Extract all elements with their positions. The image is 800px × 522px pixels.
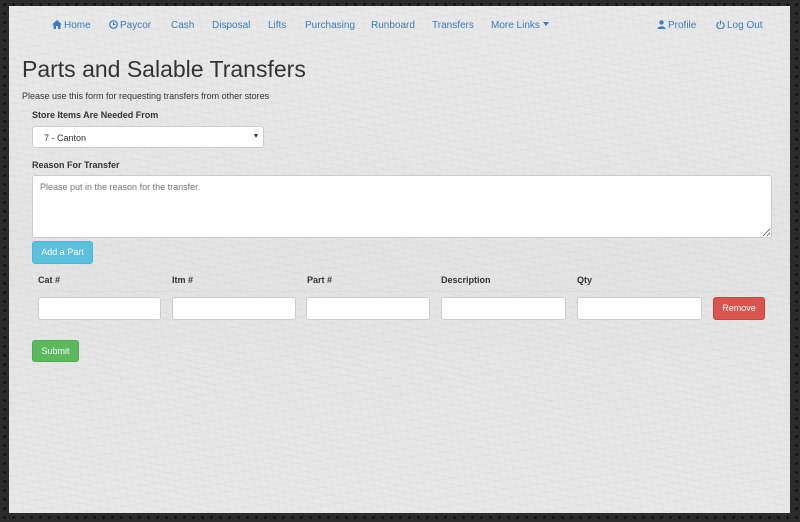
header-itm: Itm # xyxy=(172,275,194,285)
power-icon xyxy=(716,20,725,30)
page-subtitle: Please use this form for requesting tran… xyxy=(22,91,270,101)
cat-input[interactable] xyxy=(38,297,161,320)
nav-disposal[interactable]: Disposal xyxy=(212,20,250,31)
page-title: Parts and Salable Transfers xyxy=(22,56,306,82)
qty-input[interactable] xyxy=(577,297,702,320)
home-icon xyxy=(52,20,62,29)
nav-purchasing[interactable]: Purchasing xyxy=(305,20,355,31)
table-divider xyxy=(32,291,772,292)
nav-home[interactable]: Home xyxy=(52,20,91,31)
store-select[interactable]: 7 - Canton xyxy=(32,126,264,148)
store-label: Store Items Are Needed From xyxy=(32,110,159,120)
submit-button[interactable]: Submit xyxy=(32,340,79,362)
nav-paycor[interactable]: Paycor xyxy=(109,20,151,31)
part-input[interactable] xyxy=(306,297,430,320)
nav-profile[interactable]: Profile xyxy=(657,20,696,31)
nav-lifts[interactable]: Lifts xyxy=(268,20,286,31)
reason-label: Reason For Transfer xyxy=(32,160,120,170)
chevron-down-icon xyxy=(254,134,258,138)
nav-more-links[interactable]: More Links xyxy=(491,20,549,31)
header-description: Description xyxy=(441,275,491,285)
reason-textarea[interactable] xyxy=(32,175,772,238)
clock-icon xyxy=(109,20,118,29)
nav-runboard[interactable]: Runboard xyxy=(371,20,415,31)
header-qty: Qty xyxy=(577,275,593,285)
user-icon xyxy=(657,20,666,29)
add-part-button[interactable]: Add a Part xyxy=(32,241,93,264)
nav-transfers[interactable]: Transfers xyxy=(432,20,474,31)
navbar: Home Paycor Cash Disposal Lifts Purchasi… xyxy=(9,6,790,46)
header-cat: Cat # xyxy=(38,275,61,285)
description-input[interactable] xyxy=(441,297,566,320)
header-part: Part # xyxy=(307,275,333,285)
nav-cash[interactable]: Cash xyxy=(171,20,194,31)
caret-down-icon xyxy=(542,22,549,26)
remove-button[interactable]: Remove xyxy=(713,297,765,320)
nav-logout[interactable]: Log Out xyxy=(716,20,763,31)
app-window: Home Paycor Cash Disposal Lifts Purchasi… xyxy=(9,6,790,513)
itm-input[interactable] xyxy=(172,297,296,320)
